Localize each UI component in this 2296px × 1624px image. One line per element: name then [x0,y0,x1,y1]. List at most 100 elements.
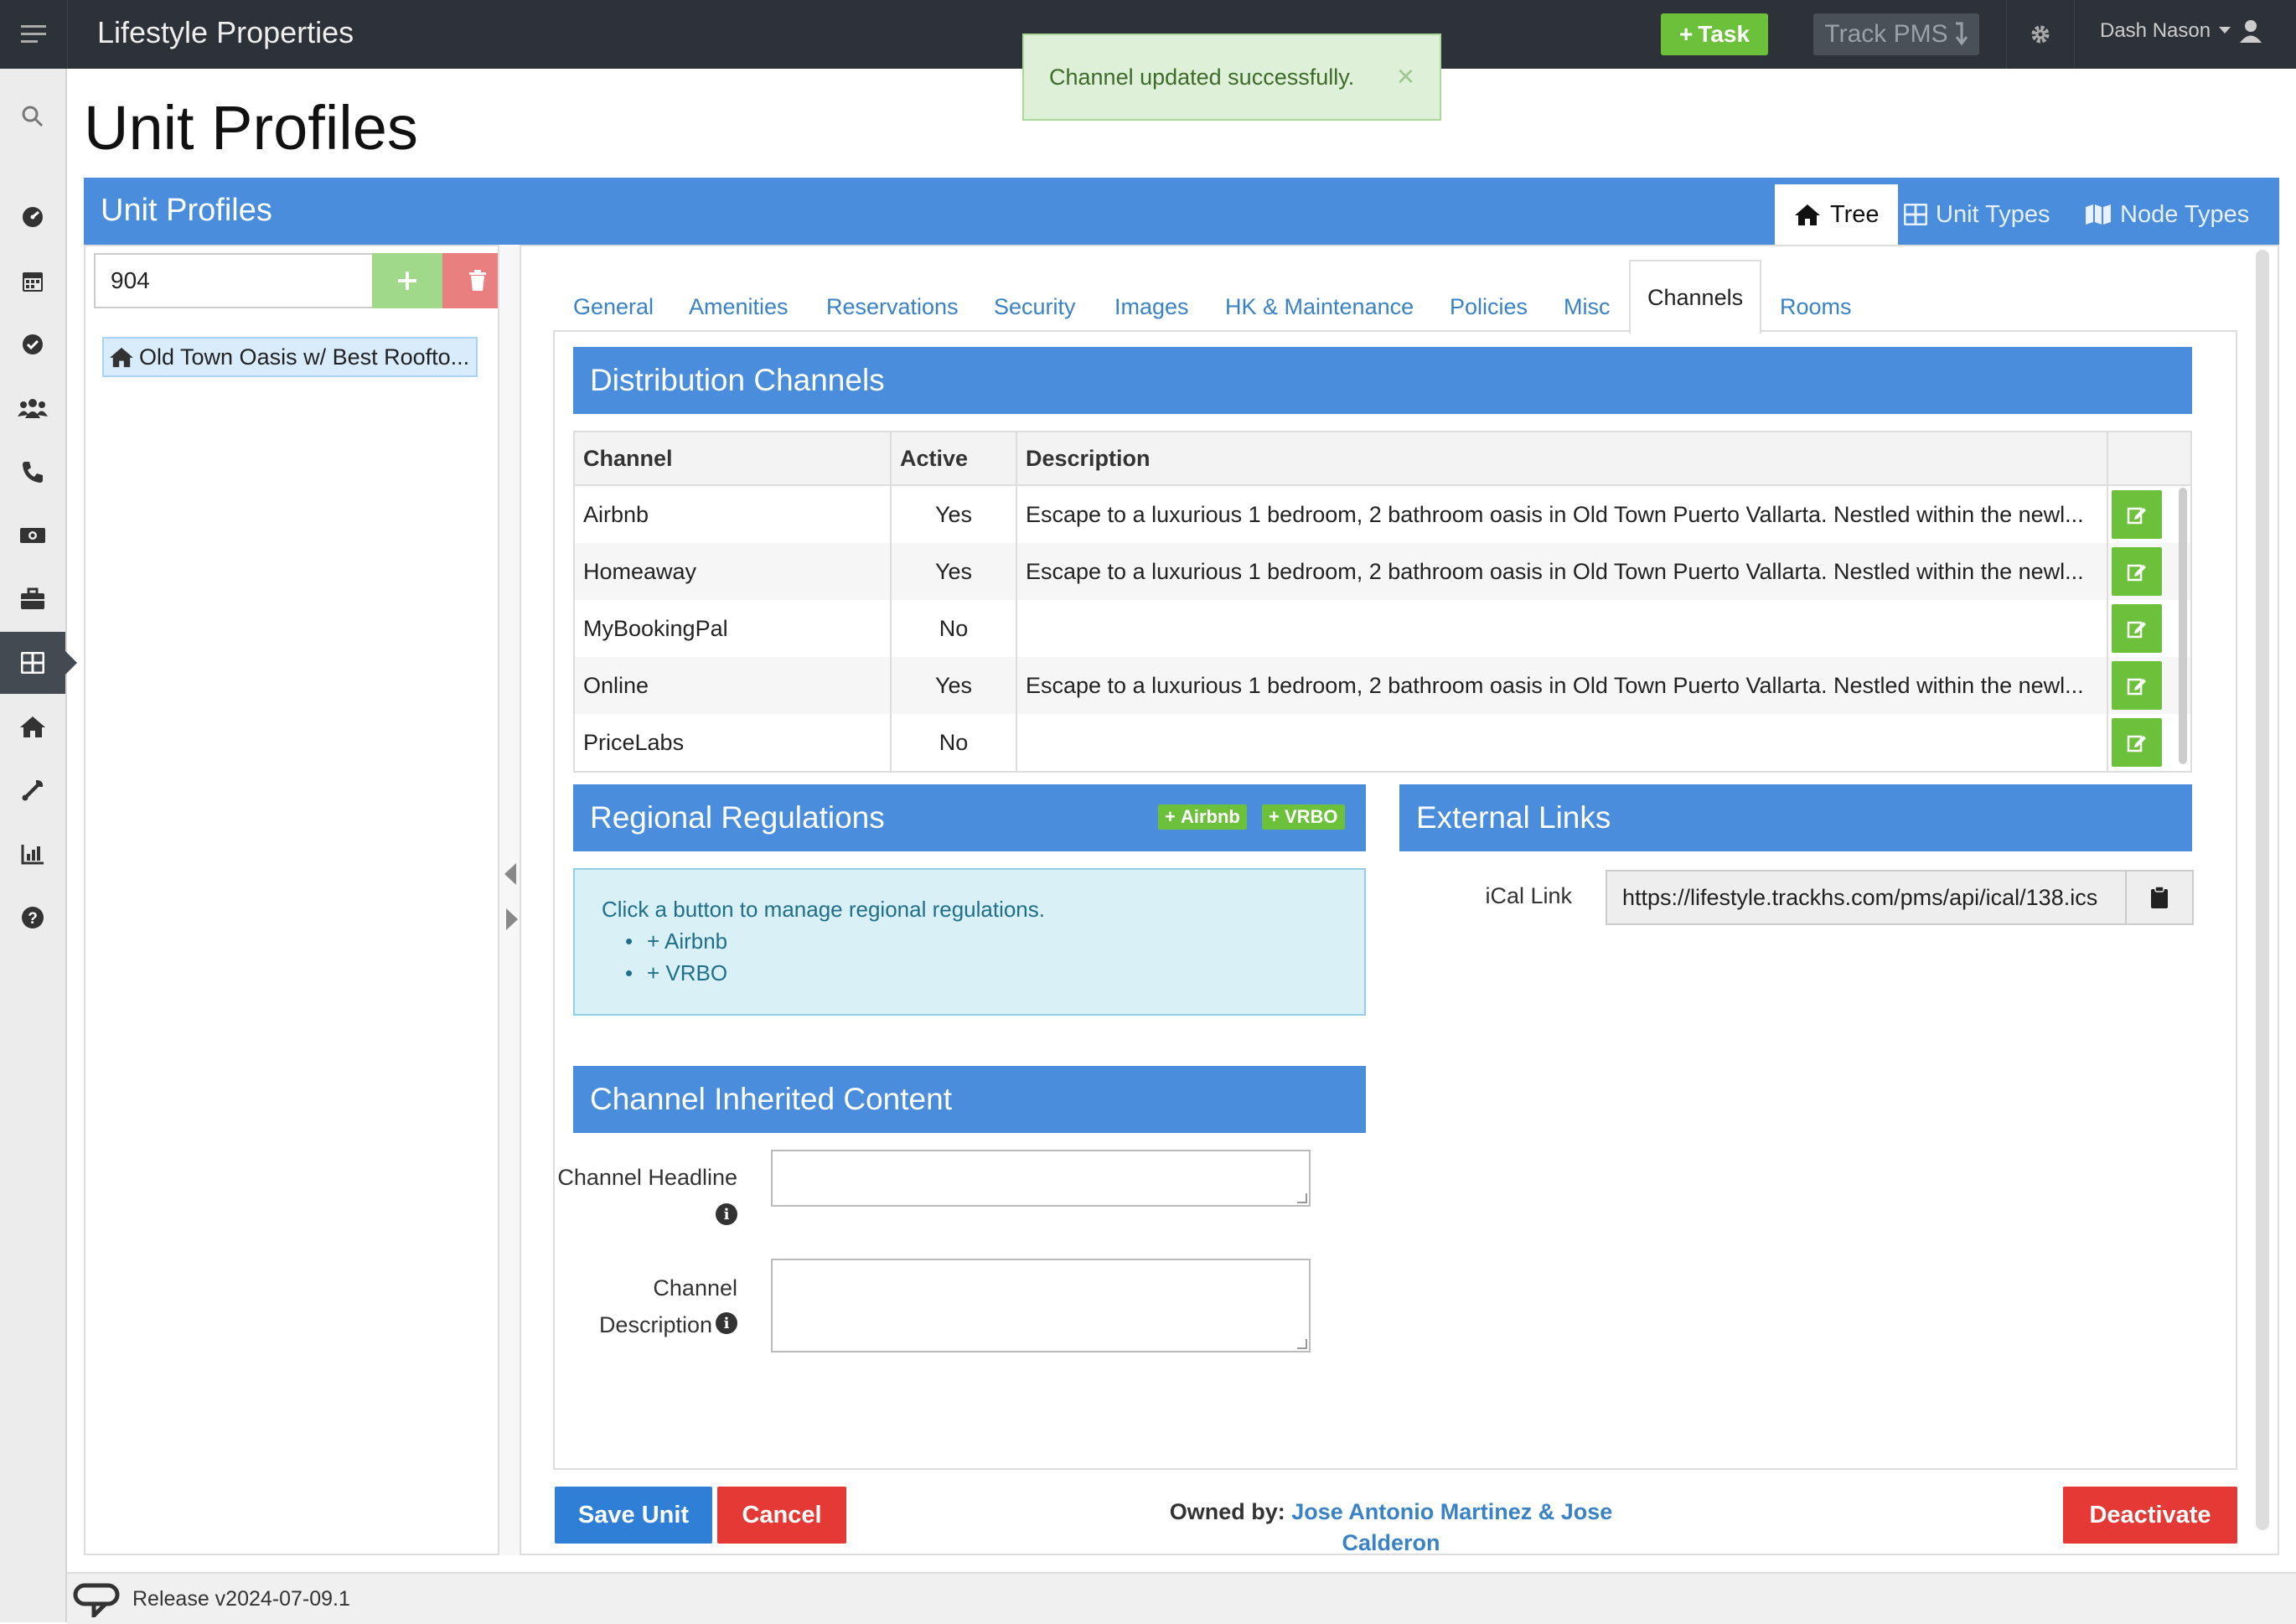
channel-name: PriceLabs [575,714,892,771]
home-icon [110,347,133,368]
channel-headline-input[interactable] [771,1150,1311,1207]
users-icon [18,399,48,418]
tab-tree[interactable]: Tree [1775,184,1898,245]
tab-policies[interactable]: Policies [1450,282,1528,332]
table-row[interactable]: Airbnb Yes Escape to a luxurious 1 bedro… [575,486,2190,543]
tab-amenities[interactable]: Amenities [689,282,789,332]
channel-active: No [892,600,1017,657]
expand-right-icon[interactable] [504,908,518,930]
plus-icon: + [647,960,666,985]
add-airbnb-regulation-button[interactable]: + Airbnb [1158,804,1247,830]
tab-security[interactable]: Security [994,282,1076,332]
tab-hk-maintenance[interactable]: HK & Maintenance [1225,282,1414,332]
channel-active: No [892,714,1017,771]
nav-maintenance[interactable] [0,759,65,821]
check-circle-icon [23,334,43,354]
channel-name: MyBookingPal [575,600,892,657]
tab-misc[interactable]: Misc [1564,282,1611,332]
svg-text:?: ? [28,910,38,928]
nav-calendar[interactable] [0,250,65,312]
bullet: • [625,960,633,985]
channel-description: Escape to a luxurious 1 bedroom, 2 bathr… [1017,486,2108,543]
plus-icon [398,272,416,290]
owner-link[interactable]: Jose Antonio Martinez & Jose Calderon [1291,1499,1612,1555]
nav-contacts[interactable] [0,377,65,439]
tab-general[interactable]: General [573,282,654,332]
menu-toggle-button[interactable] [0,0,68,69]
column-header-description[interactable]: Description [1017,432,2108,484]
add-unit-button[interactable] [372,253,442,308]
tab-node-types[interactable]: Node Types [2085,184,2249,245]
panel-scrollbar[interactable] [2256,250,2269,1530]
nav-units[interactable] [0,632,77,694]
tab-rooms[interactable]: Rooms [1780,282,1852,332]
edit-icon [2127,507,2146,525]
add-task-button[interactable]: + Task [1661,13,1768,55]
panel-splitter[interactable] [498,245,521,1555]
gear-icon [2031,25,2050,44]
column-header-active[interactable]: Active [892,432,1017,484]
nav-search[interactable] [0,85,65,147]
owned-by-label: Owned by: [1169,1499,1285,1524]
app-title[interactable]: Lifestyle Properties [97,15,354,50]
copy-ical-button[interactable] [2125,870,2194,925]
chart-icon [21,845,44,865]
edit-channel-button[interactable] [2112,661,2162,710]
track-pms-button[interactable]: Track PMS [1813,13,1979,55]
channel-description-label-line1: Channel [653,1275,737,1301]
info-icon[interactable]: i [716,1203,737,1225]
regional-link-vrbo-label: VRBO [665,960,728,985]
toast-message: Channel updated successfully. [1049,64,1355,90]
clipboard-icon [2151,886,2168,908]
tree-node-label: Old Town Oasis w/ Best Roofto... [139,344,470,370]
settings-button[interactable] [2006,0,2075,69]
regional-link-airbnb[interactable]: • + Airbnb [625,928,727,954]
tab-unit-types[interactable]: Unit Types [1904,184,2050,245]
edit-channel-button[interactable] [2112,718,2162,767]
user-menu[interactable]: Dash Nason [2100,18,2262,44]
regional-regulations-info: Click a button to manage regional regula… [573,868,1366,1016]
nav-reports[interactable] [0,823,65,885]
nav-help[interactable]: ? [0,887,65,949]
plus-icon: + [647,928,664,954]
table-row[interactable]: MyBookingPal No [575,600,2190,657]
tab-channels[interactable]: Channels [1629,260,1762,334]
nav-accounting[interactable] [0,504,65,566]
plus-icon: + [1165,806,1181,827]
owner-info: Owned by: Jose Antonio Martinez & Jose C… [1140,1497,1642,1559]
table-icon [1904,204,1927,225]
nav-tasks[interactable] [0,313,65,375]
cancel-button[interactable]: Cancel [717,1487,846,1544]
collapse-left-icon[interactable] [504,863,518,885]
channels-table: Channel Active Description Airbnb Yes Es… [573,431,2192,773]
table-row[interactable]: PriceLabs No [575,714,2190,771]
tab-images[interactable]: Images [1114,282,1189,332]
nav-properties[interactable] [0,696,65,758]
regional-link-vrbo[interactable]: • + VRBO [625,960,728,986]
tab-reservations[interactable]: Reservations [826,282,959,332]
nav-calls[interactable] [0,441,65,503]
nav-work[interactable] [0,568,65,630]
left-nav: ? [0,69,77,1622]
nav-dashboard[interactable] [0,186,65,248]
close-icon[interactable]: × [1397,59,1414,94]
add-vrbo-regulation-button[interactable]: + VRBO [1262,804,1345,830]
table-row[interactable]: Online Yes Escape to a luxurious 1 bedro… [575,657,2190,714]
deactivate-button[interactable]: Deactivate [2063,1487,2237,1544]
plus-icon: + [1678,21,1694,47]
info-icon[interactable]: i [716,1312,737,1334]
ical-link-input[interactable]: https://lifestyle.trackhs.com/pms/api/ic… [1606,870,2127,925]
home-icon [20,716,45,737]
table-row[interactable]: Homeaway Yes Escape to a luxurious 1 bed… [575,543,2190,600]
table-scrollbar[interactable] [2179,488,2187,764]
help-icon: ? [22,907,44,928]
tree-node-unit[interactable]: Old Town Oasis w/ Best Roofto... [102,337,478,377]
save-unit-button[interactable]: Save Unit [555,1487,712,1544]
channel-description-input[interactable] [771,1259,1311,1352]
track-pms-label: Track PMS [1824,20,1948,48]
unit-search-input[interactable]: 904 [94,253,374,308]
edit-channel-button[interactable] [2112,547,2162,596]
edit-channel-button[interactable] [2112,490,2162,539]
column-header-channel[interactable]: Channel [575,432,892,484]
edit-channel-button[interactable] [2112,604,2162,653]
